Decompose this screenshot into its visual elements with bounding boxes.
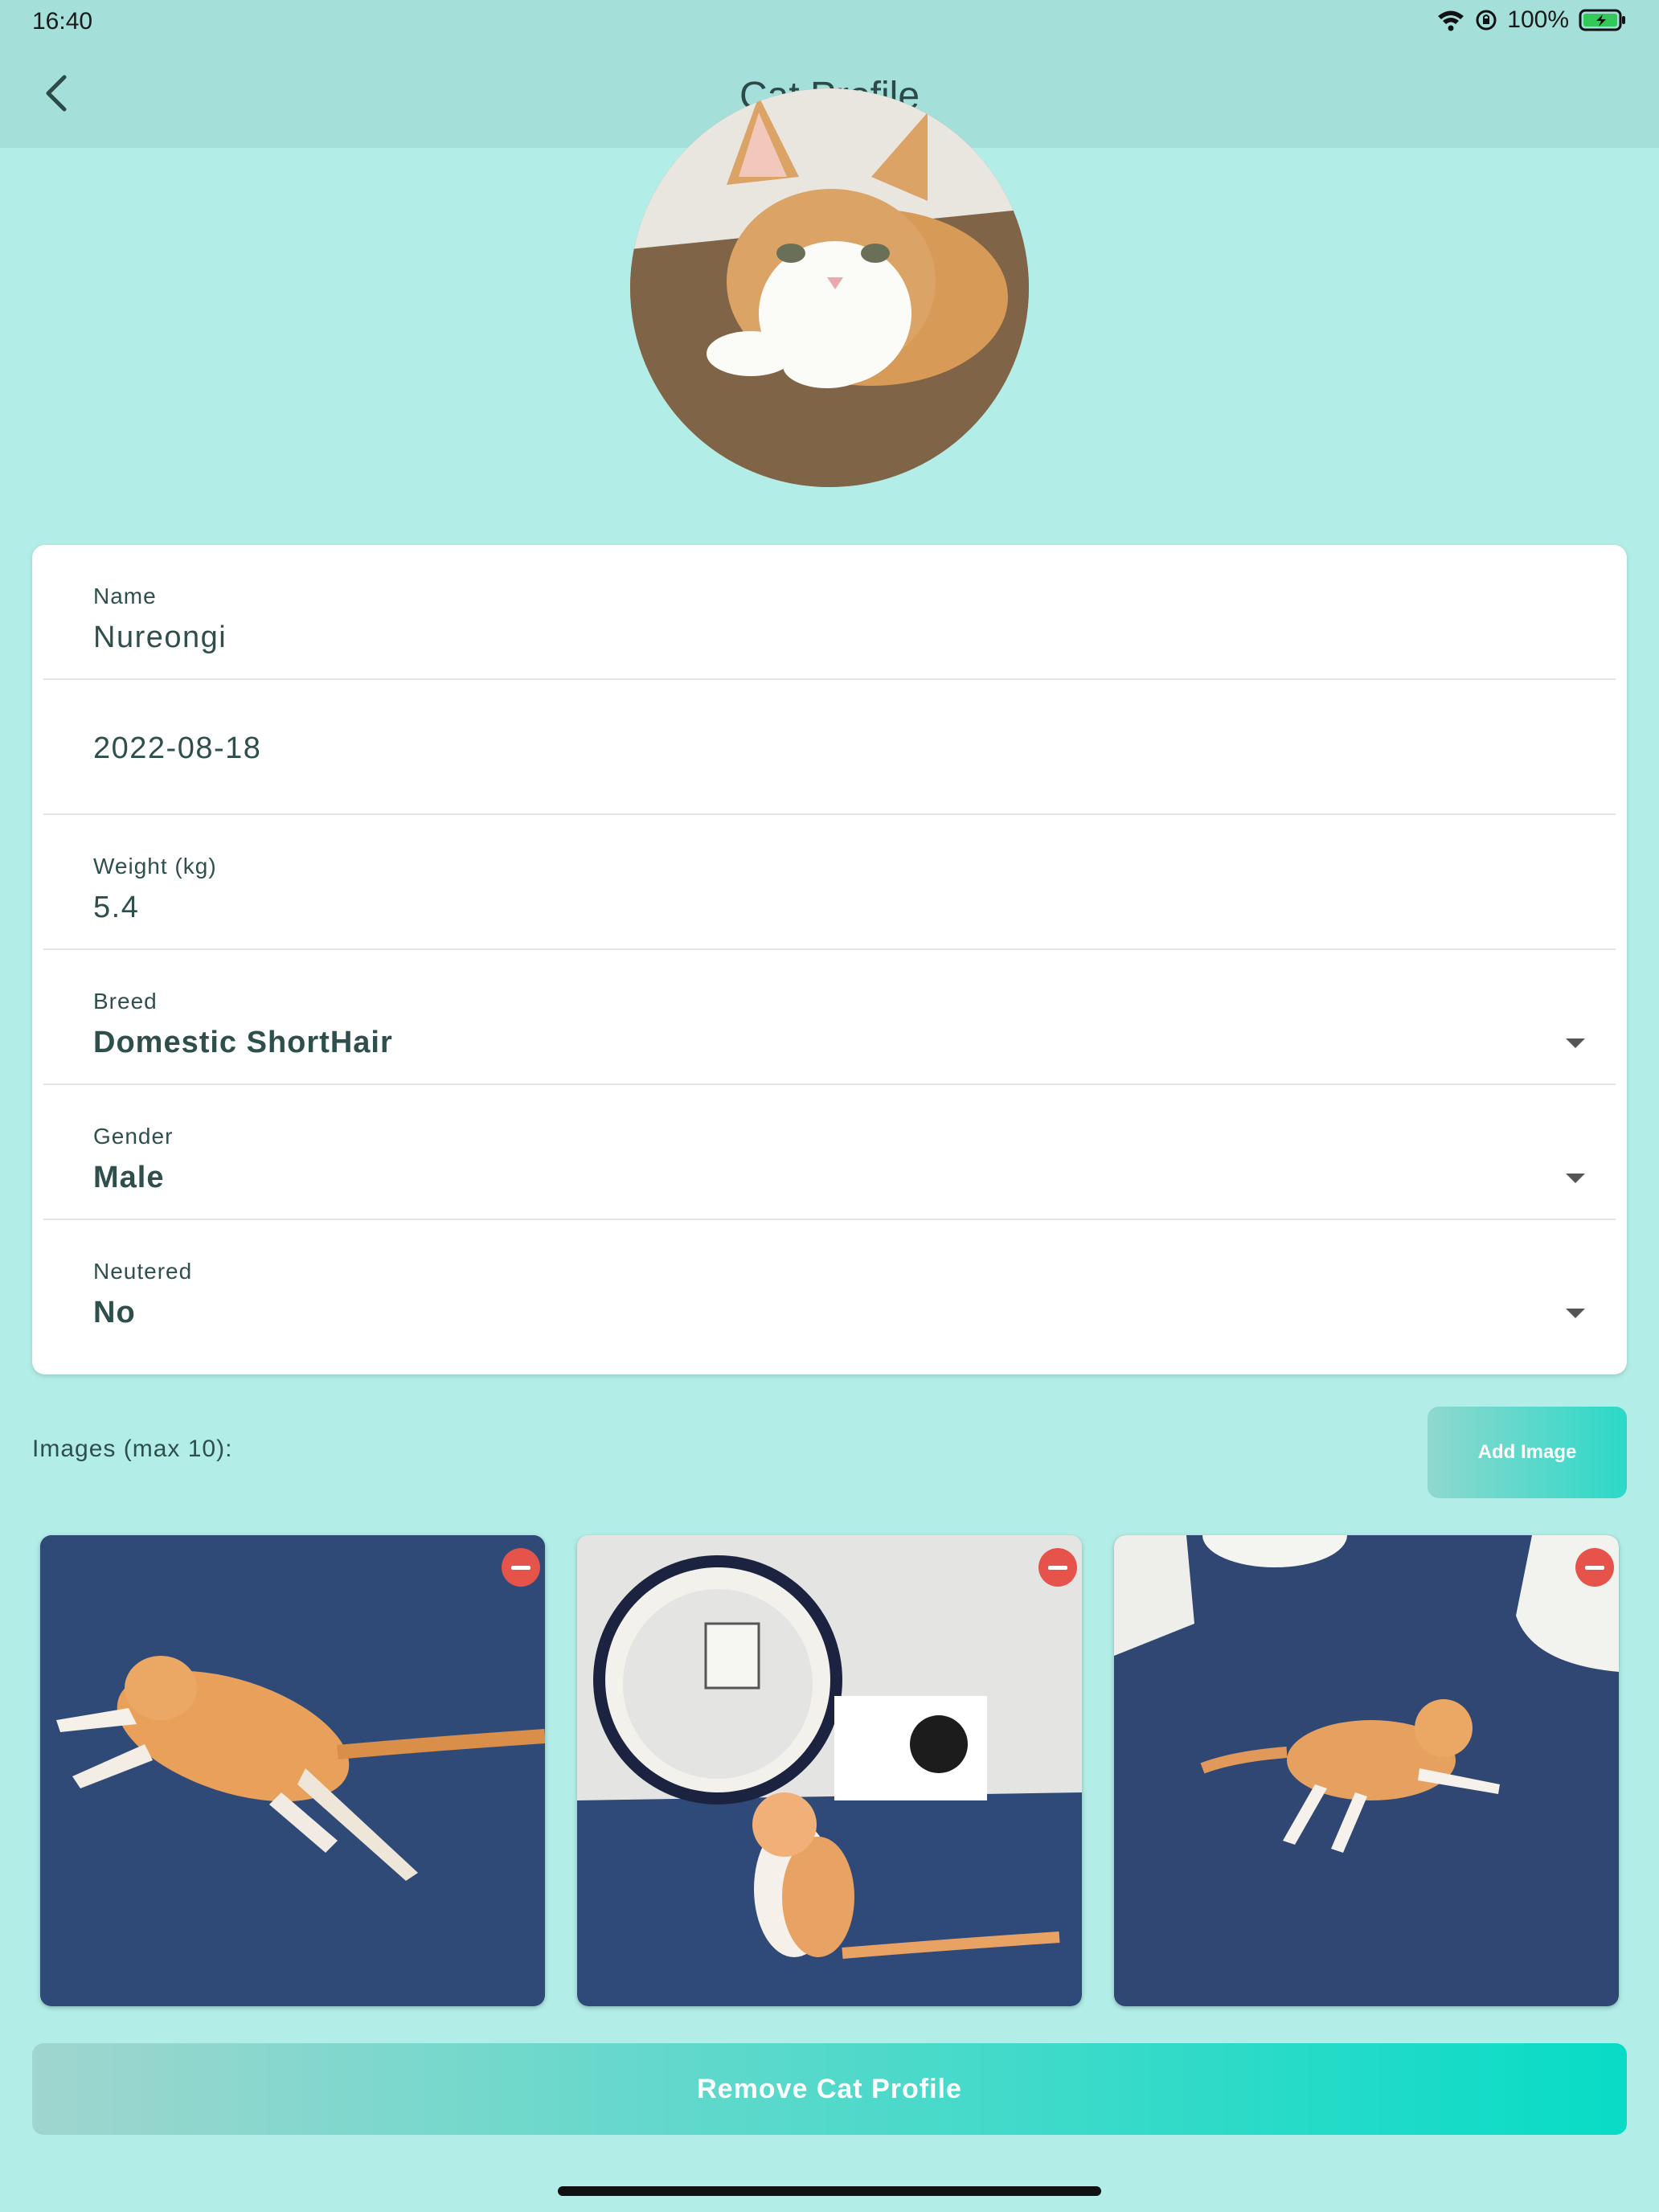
- neutered-label: Neutered: [93, 1259, 193, 1284]
- weight-field[interactable]: Weight (kg) 5.4: [43, 815, 1616, 950]
- minus-icon: [1585, 1565, 1604, 1570]
- status-indicators: 100%: [1436, 6, 1627, 34]
- birthdate-field[interactable]: 2022-08-18: [43, 680, 1616, 815]
- orientation-lock-icon: [1475, 9, 1497, 31]
- remove-cat-profile-button[interactable]: Remove Cat Profile: [32, 2043, 1627, 2135]
- remove-image-button[interactable]: [502, 1548, 540, 1587]
- images-label: Images (max 10):: [32, 1436, 233, 1462]
- weight-value: 5.4: [93, 891, 140, 924]
- neutered-dropdown[interactable]: Neutered No: [43, 1220, 1616, 1355]
- status-time: 16:40: [32, 8, 93, 35]
- gender-value: Male: [93, 1161, 165, 1194]
- neutered-value: No: [93, 1296, 136, 1329]
- status-bar: 16:40 100%: [0, 0, 1659, 42]
- cat-info-card: Name Nureongi 2022-08-18 Weight (kg) 5.4…: [32, 545, 1627, 1374]
- dropdown-arrow-icon: [1566, 1038, 1585, 1048]
- name-field[interactable]: Name Nureongi: [43, 545, 1616, 680]
- remove-image-button[interactable]: [1575, 1548, 1614, 1587]
- cat-photo-lying: [40, 1535, 545, 2006]
- add-image-button[interactable]: Add Image: [1428, 1407, 1627, 1498]
- name-label: Name: [93, 584, 157, 608]
- home-indicator: [558, 2186, 1101, 2196]
- battery-icon: [1579, 8, 1627, 32]
- minus-icon: [511, 1565, 530, 1570]
- gender-dropdown[interactable]: Gender Male: [43, 1085, 1616, 1220]
- name-value: Nureongi: [93, 621, 227, 654]
- breed-value: Domestic ShortHair: [93, 1026, 393, 1059]
- cat-photo-side: [1114, 1535, 1619, 2006]
- dropdown-arrow-icon: [1566, 1309, 1585, 1318]
- gender-label: Gender: [93, 1124, 174, 1149]
- birthdate-value: 2022-08-18: [93, 731, 262, 765]
- gallery-image[interactable]: [577, 1535, 1082, 2006]
- battery-percent: 100%: [1507, 6, 1569, 33]
- cat-avatar[interactable]: [630, 88, 1029, 487]
- gallery-image[interactable]: [40, 1535, 545, 2006]
- weight-label: Weight (kg): [93, 854, 217, 879]
- breed-dropdown[interactable]: Breed Domestic ShortHair: [43, 950, 1616, 1085]
- cat-photo-sitting: [577, 1535, 1082, 2006]
- gallery-image[interactable]: [1114, 1535, 1619, 2006]
- cat-avatar-image: [630, 88, 1029, 487]
- remove-image-button[interactable]: [1038, 1548, 1077, 1587]
- breed-label: Breed: [93, 989, 158, 1014]
- dropdown-arrow-icon: [1566, 1174, 1585, 1183]
- minus-icon: [1048, 1565, 1067, 1570]
- wifi-icon: [1436, 9, 1465, 31]
